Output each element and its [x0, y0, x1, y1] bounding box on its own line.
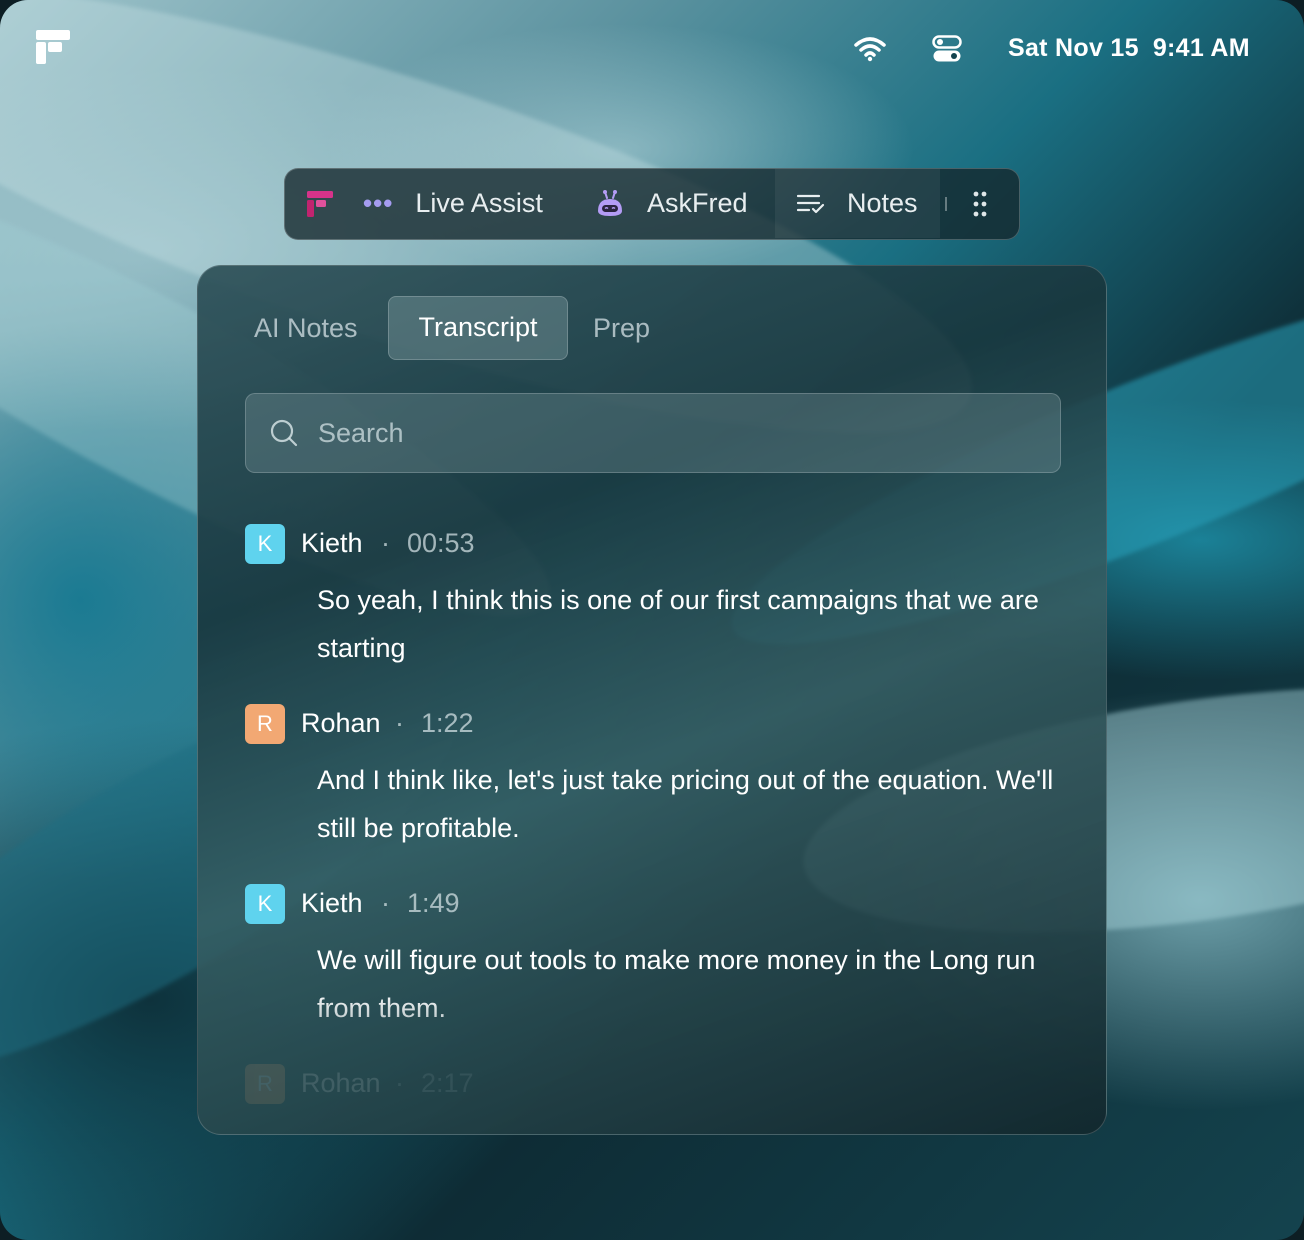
timestamp[interactable]: 1:22 — [421, 708, 474, 739]
transcript-entry: R Rohan · 1:22 And I think like, let's j… — [245, 704, 1065, 843]
transcript-entry: R Rohan · 2:17 — [245, 1064, 1065, 1104]
separator-dot: · — [381, 888, 390, 918]
transcript-text: And I think like, let's just take pricin… — [317, 765, 1054, 843]
avatar: R — [245, 1064, 285, 1104]
search-icon — [270, 419, 298, 447]
tab-transcript[interactable]: Transcript — [388, 296, 568, 360]
timestamp[interactable]: 1:49 — [407, 888, 460, 919]
fireflies-logo-icon — [307, 191, 333, 217]
toolbar-divider — [945, 197, 947, 211]
timestamp[interactable]: 00:53 — [407, 528, 475, 559]
date-text: Sat Nov 15 — [1008, 34, 1139, 62]
search-input[interactable] — [316, 394, 1040, 472]
transcript-entry: K Kieth · 00:53 So yeah, I think this is… — [245, 524, 1065, 663]
transcript-text: So yeah, I think this is one of our firs… — [317, 585, 1039, 663]
assistant-toolbar: ••• Live Assist AskFred Notes — [284, 168, 1020, 240]
speaker-name: Rohan — [301, 1068, 381, 1098]
menu-bar: Sat Nov 15 9:41 AM — [0, 0, 1304, 100]
speaker-name: Kieth — [301, 888, 363, 918]
live-assist-label: Live Assist — [415, 188, 543, 218]
speaker-name: Kieth — [301, 528, 363, 558]
control-center-icon[interactable] — [932, 35, 962, 63]
tab-ai-notes[interactable]: AI Notes — [254, 296, 358, 360]
drag-handle-icon[interactable] — [973, 191, 987, 217]
tab-prep[interactable]: Prep — [593, 296, 650, 360]
speaker-name: Rohan — [301, 708, 381, 738]
time-text: 9:41 AM — [1152, 34, 1250, 62]
timestamp[interactable]: 2:17 — [421, 1068, 474, 1099]
transcript-panel: AI Notes Transcript Prep K Kieth · 00:53… — [197, 265, 1107, 1135]
avatar: K — [245, 884, 285, 924]
notes-label: Notes — [847, 188, 918, 218]
app-logo-icon[interactable] — [36, 30, 70, 64]
clock[interactable]: Sat Nov 15 9:41 AM — [1008, 34, 1250, 63]
transcript-entry: K Kieth · 1:49 We will figure out tools … — [245, 884, 1065, 1023]
askfred-button[interactable]: AskFred — [595, 169, 748, 238]
robot-icon — [598, 189, 622, 216]
search-box[interactable] — [245, 393, 1061, 473]
avatar: K — [245, 524, 285, 564]
transcript-text: We will figure out tools to make more mo… — [317, 945, 1036, 1023]
separator-dot: · — [381, 528, 390, 558]
askfred-label: AskFred — [647, 188, 748, 218]
separator-dot: · — [395, 708, 404, 738]
notes-button[interactable]: Notes — [775, 169, 940, 238]
live-assist-button[interactable]: ••• Live Assist — [363, 169, 543, 238]
wifi-icon[interactable] — [853, 36, 887, 62]
separator-dot: · — [395, 1068, 404, 1098]
checklist-icon — [797, 194, 825, 213]
ellipsis-icon: ••• — [363, 188, 394, 218]
avatar: R — [245, 704, 285, 744]
